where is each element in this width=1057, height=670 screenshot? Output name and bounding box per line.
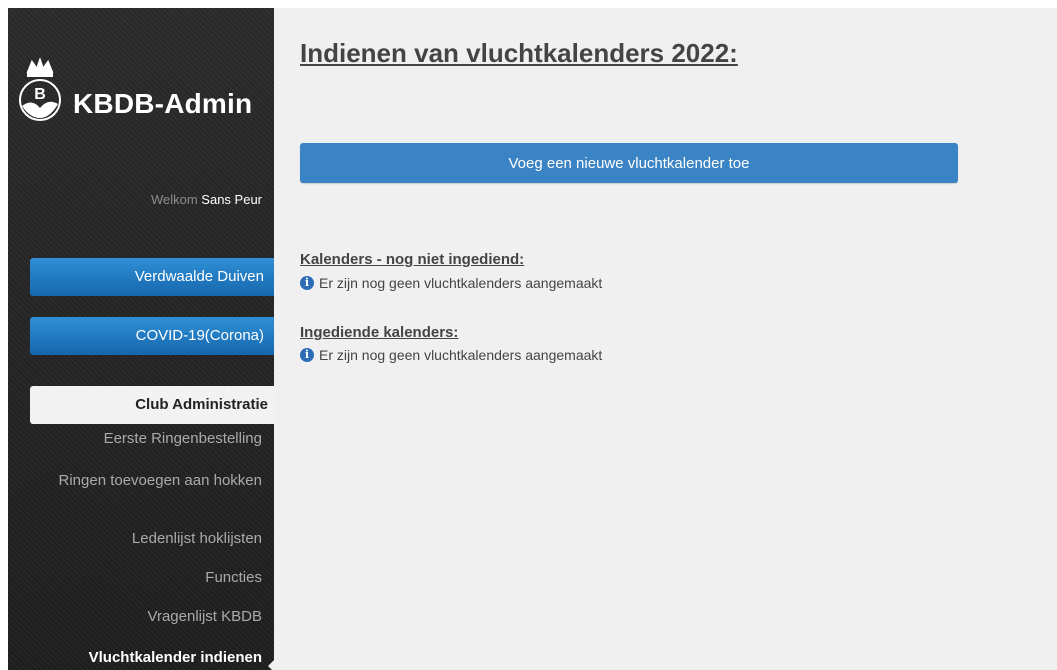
page-title: Indienen van vluchtkalenders 2022: [300,38,738,68]
sidebar-button-verdwaalde-duiven[interactable]: Verdwaalde Duiven [30,258,274,296]
add-flight-calendar-button[interactable]: Voeg een nieuwe vluchtkalender toe [300,143,958,183]
brand-logo[interactable]: B KBDB-Admin [10,58,270,128]
info-text: Er zijn nog geen vluchtkalenders aangema… [319,347,603,363]
info-text: Er zijn nog geen vluchtkalenders aangema… [319,275,603,291]
sidebar-item-eerste-ringenbestelling[interactable]: Eerste Ringenbestelling [32,429,262,449]
welcome-user: Sans Peur [201,192,262,207]
info-circle-icon: i [300,348,314,362]
info-message-not-submitted: i Er zijn nog geen vluchtkalenders aange… [300,275,602,291]
info-message-submitted: i Er zijn nog geen vluchtkalenders aange… [300,347,602,363]
brand-name: KBDB-Admin [73,88,253,119]
sidebar-section-club-administratie[interactable]: Club Administratie [30,386,274,424]
section-heading-submitted: Ingediende kalenders: [300,324,459,341]
sidebar-item-ledenlijst-hoklijsten[interactable]: Ledenlijst hoklijsten [32,529,262,549]
kbdb-logo-icon: B [19,58,61,121]
welcome-prefix: Welkom [150,192,198,207]
sidebar-button-covid19[interactable]: COVID-19(Corona) [30,317,274,355]
main-content: Indienen van vluchtkalenders 2022: Voeg … [274,8,1057,670]
welcome-text: Welkom Sans Peur [151,192,262,207]
sidebar-item-ringen-toevoegen[interactable]: Ringen toevoegen aan hokken [32,471,263,491]
section-heading-not-submitted: Kalenders - nog niet ingediend: [300,251,525,268]
info-circle-icon: i [300,276,314,290]
sidebar-item-functies[interactable]: Functies [32,568,262,588]
svg-text:B: B [34,86,46,103]
sidebar-item-vluchtkalender-indienen[interactable]: Vluchtkalender indienen [32,648,262,668]
sidebar-item-vragenlijst-kbdb[interactable]: Vragenlijst KBDB [32,607,263,627]
sidebar: B KBDB-Admin Welkom Sans Peur Verdwaalde… [8,8,274,670]
